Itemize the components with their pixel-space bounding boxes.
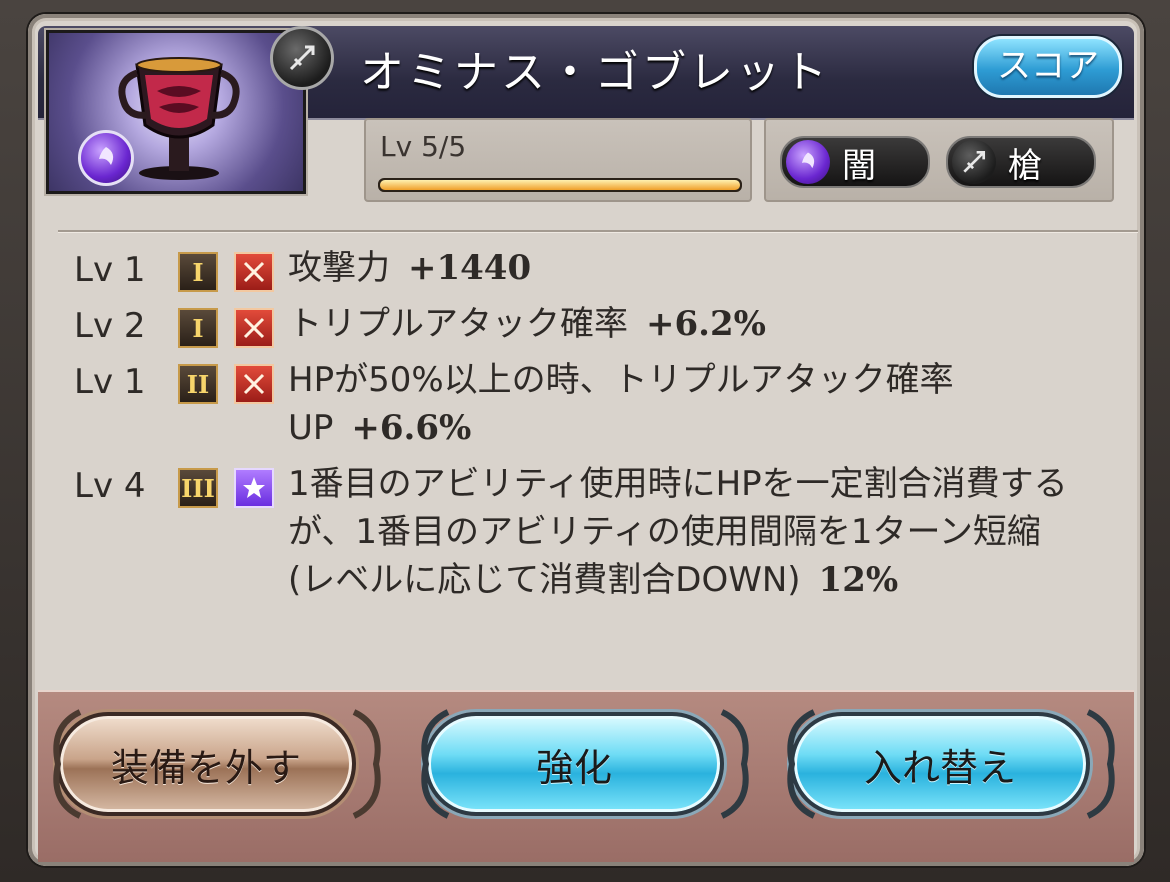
skill-rank-badge: III (178, 468, 218, 508)
skill-level: Lv 4 (74, 466, 146, 506)
skill-description: 1番目のアビリティ使用時にHPを一定割合消費するが、1番目のアビリティの使用間隔… (288, 460, 1088, 604)
skill-rank-badge: I (178, 308, 218, 348)
skill-text: トリプルアタック確率 (288, 304, 628, 344)
skill-value: 12% (818, 560, 899, 600)
attack-icon (234, 364, 274, 404)
skill-description: 攻撃力 +1440 (288, 244, 1088, 292)
skill-list: Lv 1 I 攻撃力 +1440 Lv 2 I トリプルアタック確率 +6.2% L… (74, 244, 1094, 612)
spear-icon (952, 140, 996, 184)
skill-text: 攻撃力 (288, 248, 390, 288)
skill-description: トリプルアタック確率 +6.2% (288, 300, 1088, 348)
skill-level: Lv 1 (74, 250, 146, 290)
level-text: Lv 5/5 (380, 130, 467, 163)
level-box: Lv 5/5 (364, 118, 752, 202)
skill-rank-badge: II (178, 364, 218, 404)
star-icon (234, 468, 274, 508)
enhance-button[interactable]: 強化 (424, 712, 724, 816)
weapon-type-pill: 槍 (946, 136, 1096, 188)
score-button[interactable]: スコア (974, 36, 1122, 98)
weapon-type-label: 槍 (1008, 145, 1042, 186)
dark-element-badge-icon (78, 130, 134, 186)
element-pill: 闇 (780, 136, 930, 188)
element-label: 闇 (842, 145, 876, 186)
level-progress-bar (378, 178, 742, 192)
level-progress-fill (380, 180, 740, 190)
skill-value: +6.2% (646, 304, 766, 344)
skill-row: Lv 2 I トリプルアタック確率 +6.2% (74, 300, 1094, 348)
skill-row: Lv 4 III 1番目のアビリティ使用時にHPを一定割合消費するが、1番目のア… (74, 460, 1094, 604)
unequip-button[interactable]: 装備を外す (56, 712, 356, 816)
skill-description: HPが50%以上の時、トリプルアタック確率UP +6.6% (288, 356, 1088, 452)
attack-icon (234, 308, 274, 348)
swap-button[interactable]: 入れ替え (790, 712, 1090, 816)
skill-level: Lv 2 (74, 306, 146, 346)
ornament-icon (720, 709, 749, 819)
ornament-icon (352, 709, 381, 819)
divider (58, 230, 1138, 232)
ornament-icon (421, 709, 450, 819)
skill-row: Lv 1 II HPが50%以上の時、トリプルアタック確率UP +6.6% (74, 356, 1094, 452)
skill-text: 1番目のアビリティ使用時にHPを一定割合消費するが、1番目のアビリティの使用間隔… (288, 464, 1068, 600)
ornament-icon (53, 709, 82, 819)
ornament-icon (1086, 709, 1115, 819)
ornament-icon (787, 709, 816, 819)
type-box: 闇 槍 (764, 118, 1114, 202)
skill-value: +6.6% (351, 408, 472, 448)
item-name: オミナス・ゴブレット (360, 47, 830, 98)
skill-level: Lv 1 (74, 362, 146, 402)
skill-row: Lv 1 I 攻撃力 +1440 (74, 244, 1094, 292)
skill-rank-badge: I (178, 252, 218, 292)
attack-icon (234, 252, 274, 292)
spear-type-badge-icon (270, 26, 334, 90)
skill-value: +1440 (408, 248, 532, 288)
dark-element-icon (786, 140, 830, 184)
